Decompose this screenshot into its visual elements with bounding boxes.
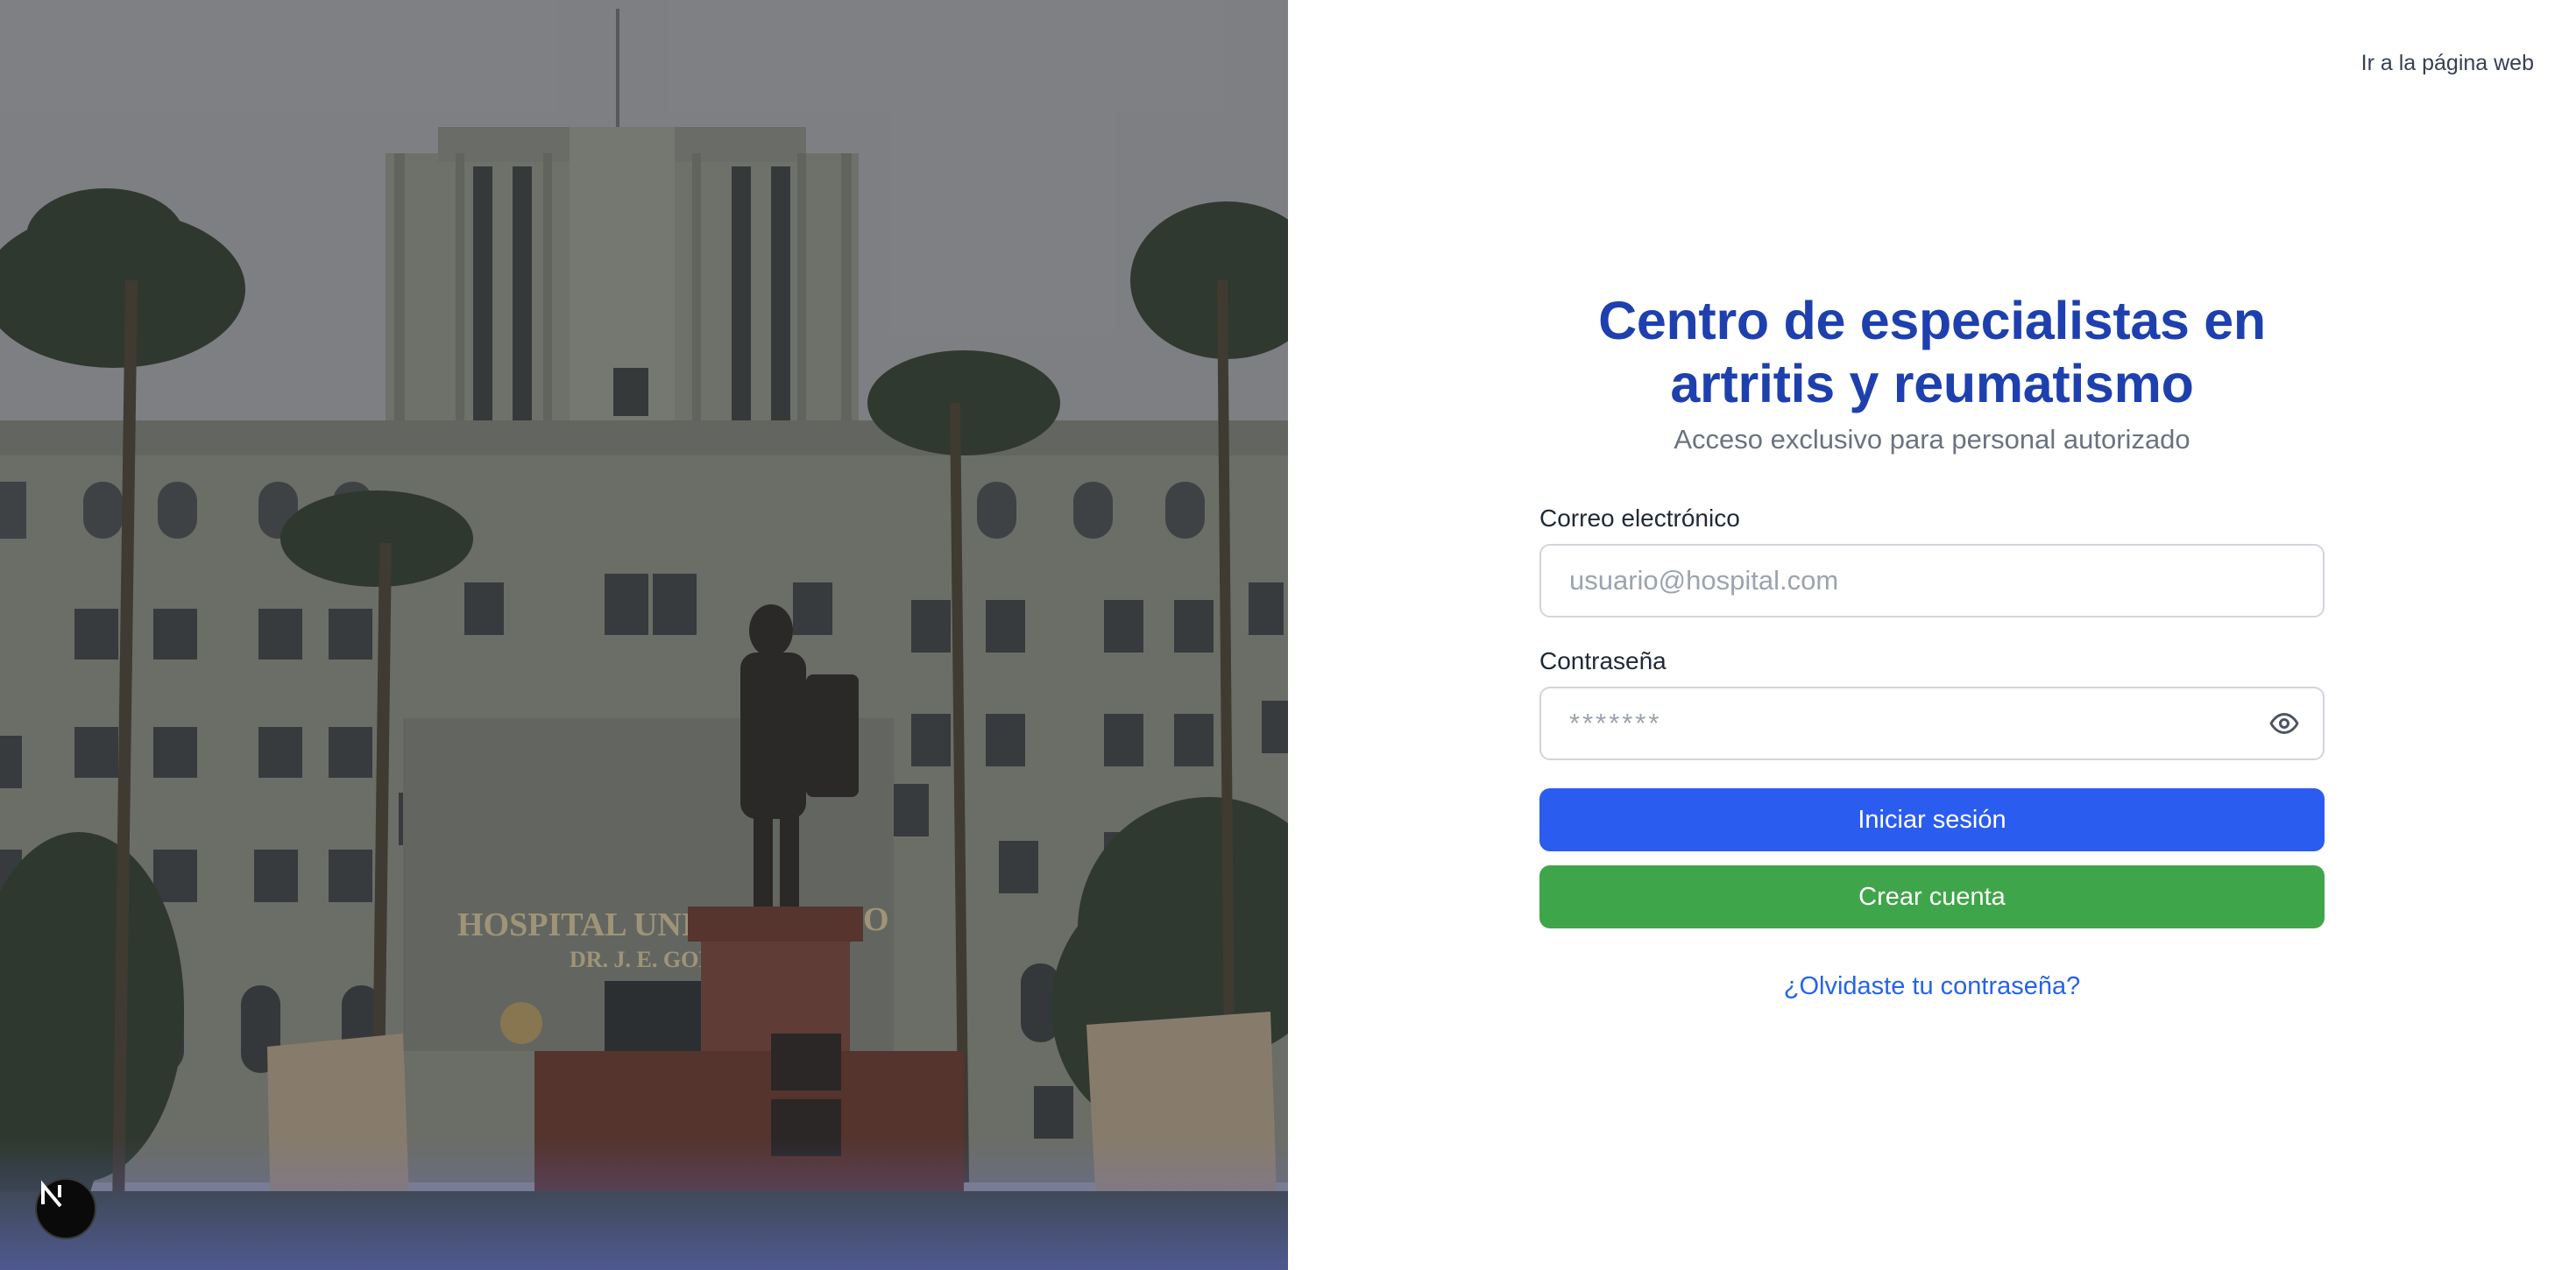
password-field[interactable]	[1541, 688, 2323, 758]
login-form: Centro de especialistas en artritis y re…	[1539, 289, 2325, 1001]
hospital-photo: HOSPITAL UNIVE O DR. J. E. GON	[0, 0, 1288, 1270]
login-panel: Ir a la página web Centro de especialist…	[1288, 0, 2576, 1270]
next-logo-icon	[41, 1180, 62, 1208]
email-field[interactable]	[1541, 546, 2323, 616]
photo-bottom-tint	[0, 1139, 1288, 1270]
eye-icon	[2269, 713, 2299, 734]
page-title: Centro de especialistas en artritis y re…	[1598, 291, 2266, 413]
go-to-website-link[interactable]: Ir a la página web	[2361, 51, 2534, 76]
toggle-password-visibility-button[interactable]	[2267, 706, 2302, 741]
page-subtitle: Acceso exclusivo para personal autorizad…	[1674, 424, 2190, 455]
password-label: Contraseña	[1539, 647, 1667, 674]
next-logo-badge[interactable]	[35, 1178, 96, 1239]
create-account-button[interactable]: Crear cuenta	[1539, 865, 2325, 928]
email-field-wrapper	[1539, 544, 2325, 617]
password-field-wrapper	[1539, 687, 2325, 760]
email-label: Correo electrónico	[1539, 504, 1740, 532]
photo-dark-overlay	[0, 0, 1288, 1270]
forgot-password-link[interactable]: ¿Olvidaste tu contraseña?	[1539, 972, 2325, 1001]
login-button[interactable]: Iniciar sesión	[1539, 788, 2325, 851]
